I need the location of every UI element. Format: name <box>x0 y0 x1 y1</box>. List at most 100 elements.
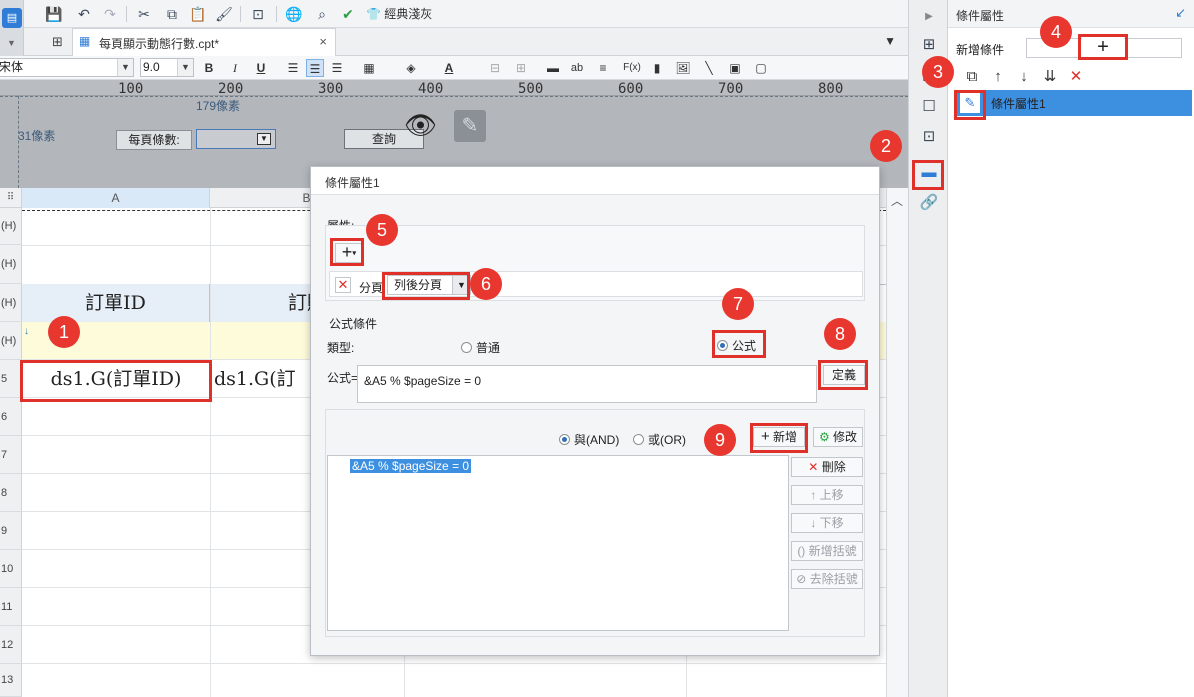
main-toolbar: 💾 ↶ ↷ ✂ ⧉ 📋 🖌 ⊡ 🌐 ⌕ ✔ 👕 經典淺灰 <box>0 0 908 28</box>
formula-icon[interactable]: F(x) <box>620 59 644 77</box>
delete-button[interactable]: ✕ 刪除 <box>791 457 863 477</box>
subreport-icon[interactable]: ▣ <box>726 59 744 77</box>
merge-cells-icon[interactable]: ⊟ <box>486 59 504 77</box>
paste-icon[interactable]: 📋 <box>188 4 208 24</box>
row-header[interactable]: 10 <box>0 550 22 588</box>
fill-color-icon[interactable]: ◈ <box>402 59 420 77</box>
undo-icon[interactable]: ↶ <box>74 4 94 24</box>
condition-list-item[interactable]: &A5 % $pageSize = 0 <box>350 459 472 473</box>
row-header[interactable]: 8 <box>0 474 22 512</box>
header-cell-order-id[interactable]: 訂單ID <box>22 284 210 322</box>
move-down-icon[interactable]: ↓ <box>1014 66 1034 88</box>
web-icon[interactable]: 🌐 <box>284 4 304 24</box>
align-center-icon[interactable]: ☰ <box>306 59 324 77</box>
row-header[interactable]: (H) <box>0 322 22 360</box>
type-label: 類型: <box>327 341 355 355</box>
condition-list-item[interactable]: ✎ 條件屬性1 <box>956 90 1192 116</box>
italic-button[interactable]: I <box>226 59 244 77</box>
modify-button[interactable]: ⚙ 修改 <box>813 427 863 447</box>
paragraph-icon[interactable]: ≡ <box>594 59 612 77</box>
search-template-icon[interactable]: ⌕ <box>312 4 332 24</box>
chevron-down-icon: ▼ <box>257 133 271 145</box>
border-icon[interactable]: ▦ <box>360 59 378 77</box>
format-painter-icon[interactable]: 🖌 <box>214 4 234 24</box>
move-up-icon[interactable]: ↑ <box>988 66 1008 88</box>
pin-icon[interactable]: ↙ <box>1175 5 1186 21</box>
annotation-badge: 2 <box>870 130 902 162</box>
condition-list[interactable]: &A5 % $pageSize = 0 <box>327 455 789 631</box>
delete-icon[interactable]: ✕ <box>1066 66 1086 88</box>
check-icon[interactable]: ✔ <box>338 4 358 24</box>
designer-menu-button[interactable]: ▤ ▼ <box>0 0 24 56</box>
insert-row-icon[interactable]: ▬ <box>544 59 562 77</box>
tab-menu-icon[interactable]: ▼ <box>884 34 896 48</box>
vertical-scrollbar[interactable]: ︿ <box>886 188 908 697</box>
close-icon[interactable]: × <box>319 34 327 49</box>
corner-cell[interactable]: ⠿ <box>0 188 22 208</box>
image-icon[interactable]: 🖼 <box>674 59 692 77</box>
add-condition-label: 新增條件 <box>956 43 1005 57</box>
row-header[interactable]: 5 <box>0 360 22 398</box>
remove-bracket-button[interactable]: ⊘ 去除括號 <box>791 569 863 589</box>
rows-per-page-combo[interactable]: ▼ <box>196 129 276 149</box>
annotation-badge: 4 <box>1040 16 1072 48</box>
ruler-mark: 200 <box>218 81 244 97</box>
font-color-icon[interactable]: A <box>440 59 458 77</box>
formula-input[interactable]: &A5 % $pageSize = 0 <box>357 365 817 403</box>
copy-icon[interactable]: ⧉ <box>162 4 182 24</box>
font-size-select[interactable]: 9.0 ▼ <box>140 58 194 77</box>
row-header[interactable]: 11 <box>0 588 22 626</box>
chevron-up-icon[interactable]: ︿ <box>891 192 903 209</box>
edit-icon[interactable]: ✎ <box>454 110 486 142</box>
tab-file[interactable]: ▦ 每頁顯示動態行數.cpt* × <box>72 28 336 56</box>
annotation-box-paging <box>382 272 470 300</box>
condition-attribute-dialog: 條件屬性1 屬性: +▾ ✕ 分頁 列後分頁▼ 公式條件 類型: 普通 公式 公… <box>310 166 880 656</box>
row-header[interactable]: (H) <box>0 245 22 284</box>
classic-theme-button[interactable]: 👕 經典淺灰 <box>366 4 432 24</box>
redo-icon[interactable]: ↷ <box>100 4 120 24</box>
more-icon[interactable]: ▢ <box>752 59 770 77</box>
underline-button[interactable]: U <box>252 59 270 77</box>
column-header-a[interactable]: A <box>22 188 210 208</box>
add-bracket-button[interactable]: () 新增括號 <box>791 541 863 561</box>
cell-element-icon[interactable]: ⊞ <box>918 34 940 56</box>
remove-attribute-icon[interactable]: ✕ <box>335 277 351 293</box>
chart-icon[interactable]: ▮ <box>648 59 666 77</box>
copy-condition-icon[interactable]: ⧉ <box>962 66 982 88</box>
font-family-select[interactable]: 宋体 ▼ <box>0 58 134 77</box>
arrow-down-icon: ↓ <box>810 516 817 530</box>
sort-icon[interactable]: ⇊ <box>1040 66 1060 88</box>
formula-condition-label: 公式條件 <box>329 317 378 331</box>
preview-icon[interactable]: ⊡ <box>248 4 268 24</box>
or-radio[interactable]: 或(OR) <box>633 431 686 448</box>
and-radio[interactable]: 與(AND) <box>559 431 619 448</box>
cut-icon[interactable]: ✂ <box>134 4 154 24</box>
hyperlink-icon[interactable]: 🔗 <box>918 192 940 214</box>
rows-per-page-label[interactable]: 每頁條數: <box>116 130 192 150</box>
row-header[interactable]: 6 <box>0 398 22 436</box>
slash-icon[interactable]: ╲ <box>700 59 718 77</box>
row-header[interactable]: (H) <box>0 284 22 322</box>
bold-button[interactable]: B <box>200 59 218 77</box>
save-icon[interactable]: 💾 <box>44 4 64 24</box>
split-cells-icon[interactable]: ⊞ <box>512 59 530 77</box>
move-down-button[interactable]: ↓ 下移 <box>791 513 863 533</box>
annotation-box-formula-radio <box>712 330 766 358</box>
row-header[interactable]: 9 <box>0 512 22 550</box>
text-icon[interactable]: ab <box>568 59 586 77</box>
collapse-arrow-icon[interactable]: ▶ <box>918 6 940 28</box>
row-header[interactable]: 12 <box>0 626 22 664</box>
type-normal-radio[interactable]: 普通 <box>461 339 500 356</box>
row-header[interactable]: 13 <box>0 664 22 697</box>
row-header[interactable]: 7 <box>0 436 22 474</box>
form-icon[interactable]: ⊡ <box>918 126 940 148</box>
hidden-eye-icon[interactable]: 👁 <box>404 110 437 141</box>
grid-view-icon[interactable]: ⊞ <box>52 34 63 50</box>
align-left-icon[interactable]: ☰ <box>284 59 302 77</box>
align-right-icon[interactable]: ☰ <box>328 59 346 77</box>
move-up-button[interactable]: ↑ 上移 <box>791 485 863 505</box>
row-header[interactable]: (H) <box>0 208 22 245</box>
widget-icon[interactable]: ☐ <box>918 96 940 118</box>
ruler-mark: 400 <box>418 81 444 97</box>
type-normal-label: 普通 <box>476 341 501 355</box>
